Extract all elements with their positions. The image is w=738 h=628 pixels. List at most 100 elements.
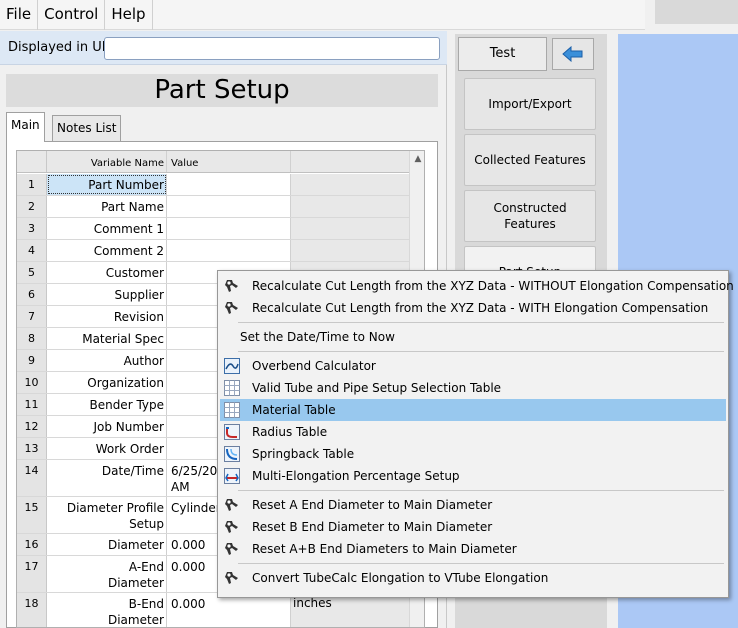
table-row[interactable]: 2 Part Name — [17, 196, 409, 218]
constructed-features-button[interactable]: Constructed Features — [464, 190, 596, 242]
menu-item-material-table[interactable]: Material Table — [220, 399, 726, 421]
menu-item-label: Recalculate Cut Length from the XYZ Data… — [252, 279, 734, 293]
table-row[interactable]: 18 B-End Diameter 0.000 inches — [17, 593, 409, 627]
variable-name-cell: Job Number — [47, 416, 167, 437]
value-cell[interactable]: 0.000 — [167, 593, 291, 627]
tool-icon — [224, 278, 240, 294]
displayed-in-ui-row: Displayed in UI: — [0, 31, 447, 65]
menu-item-label: Radius Table — [252, 425, 328, 439]
variable-name-cell: Revision — [47, 306, 167, 327]
extra-cell — [291, 240, 409, 261]
header-value: Value — [167, 151, 291, 172]
page-title: Part Setup — [6, 74, 438, 107]
menu-control[interactable]: Control — [38, 0, 106, 30]
row-number: 11 — [17, 394, 47, 415]
table-icon — [224, 380, 240, 396]
variable-name-cell: Material Spec — [47, 328, 167, 349]
variable-name-cell: A-End Diameter — [47, 556, 167, 592]
menu-item-label: Springback Table — [252, 447, 355, 461]
menu-bar: File Control Help — [0, 0, 645, 30]
menu-separator — [238, 322, 724, 323]
collected-features-button[interactable]: Collected Features — [464, 134, 596, 186]
back-arrow-icon — [562, 46, 583, 62]
variable-name-cell: Part Name — [47, 196, 167, 217]
menu-item-multi-elongation-percentage-setup[interactable]: Multi-Elongation Percentage Setup — [220, 465, 726, 487]
row-number: 8 — [17, 328, 47, 349]
variable-name-cell: Bender Type — [47, 394, 167, 415]
menu-item-reset-b-end-diameter-to-main-diameter[interactable]: Reset B End Diameter to Main Diameter — [220, 516, 726, 538]
value-cell[interactable] — [167, 218, 291, 239]
menu-item-label: Recalculate Cut Length from the XYZ Data… — [252, 301, 709, 315]
variable-name-cell: Date/Time — [47, 460, 167, 496]
menu-item-set-the-date-time-to-now[interactable]: Set the Date/Time to Now — [220, 326, 726, 348]
row-number: 9 — [17, 350, 47, 371]
table-row[interactable]: 1 Part Number — [17, 174, 409, 196]
tab-notes-list[interactable]: Notes List — [52, 115, 122, 141]
row-number: 1 — [17, 174, 47, 195]
menubar-gap — [645, 0, 655, 30]
value-cell[interactable] — [167, 174, 291, 195]
menu-item-label: Multi-Elongation Percentage Setup — [252, 469, 460, 483]
menu-item-springback-table[interactable]: Springback Table — [220, 443, 726, 465]
menu-item-reset-a-b-end-diameters-to-main-diameter[interactable]: Reset A+B End Diameters to Main Diameter — [220, 538, 726, 560]
variable-name-cell: Author — [47, 350, 167, 371]
displayed-in-ui-input[interactable] — [104, 37, 440, 60]
extra-cell: inches — [291, 593, 409, 627]
variable-name-cell: Organization — [47, 372, 167, 393]
menu-item-label: Reset A+B End Diameters to Main Diameter — [252, 542, 517, 556]
tool-icon — [224, 497, 240, 513]
value-cell[interactable] — [167, 196, 291, 217]
table-row[interactable]: 3 Comment 1 — [17, 218, 409, 240]
menu-separator — [238, 490, 724, 491]
menu-item-label: Material Table — [252, 403, 336, 417]
extra-cell — [291, 218, 409, 239]
menu-item-valid-tube-and-pipe-setup-selection-tabl[interactable]: Valid Tube and Pipe Setup Selection Tabl… — [220, 377, 726, 399]
extra-cell — [291, 174, 409, 195]
variable-name-cell: Comment 2 — [47, 240, 167, 261]
scroll-up-icon[interactable]: ▲ — [410, 151, 424, 167]
back-button[interactable] — [552, 38, 594, 70]
value-cell[interactable] — [167, 240, 291, 261]
menu-item-recalculate-cut-length-from-the-xyz-data[interactable]: Recalculate Cut Length from the XYZ Data… — [220, 297, 726, 319]
variable-name-cell: Diameter Profile Setup — [47, 497, 167, 533]
test-button[interactable]: Test — [458, 37, 547, 71]
variable-name-cell: Part Number — [47, 174, 167, 195]
menu-item-label: Valid Tube and Pipe Setup Selection Tabl… — [252, 381, 502, 395]
import-export-button[interactable]: Import/Export — [464, 78, 596, 130]
tool-icon — [224, 519, 240, 535]
menu-help[interactable]: Help — [105, 0, 153, 30]
displayed-in-ui-label: Displayed in UI: — [8, 40, 111, 55]
variable-name-cell: Comment 1 — [47, 218, 167, 239]
menu-item-label: Reset B End Diameter to Main Diameter — [252, 520, 493, 534]
variable-name-cell: Supplier — [47, 284, 167, 305]
row-number: 12 — [17, 416, 47, 437]
row-number: 13 — [17, 438, 47, 459]
menu-item-convert-tubecalc-elongation-to-vtube-elo[interactable]: Convert TubeCalc Elongation to VTube Elo… — [220, 567, 726, 589]
variable-name-cell: Work Order — [47, 438, 167, 459]
row-number: 4 — [17, 240, 47, 261]
tab-main[interactable]: Main — [6, 112, 45, 142]
tool-icon — [224, 570, 240, 586]
row-number: 7 — [17, 306, 47, 327]
row-number: 17 — [17, 556, 47, 592]
radius-icon — [224, 424, 240, 440]
curve-icon — [224, 358, 240, 374]
menu-item-label: Reset A End Diameter to Main Diameter — [252, 498, 493, 512]
menu-item-overbend-calculator[interactable]: Overbend Calculator — [220, 355, 726, 377]
header-extra — [291, 151, 409, 172]
menu-item-radius-table[interactable]: Radius Table — [220, 421, 726, 443]
menu-item-label: Set the Date/Time to Now — [240, 330, 395, 344]
row-number: 15 — [17, 497, 47, 533]
menu-item-reset-a-end-diameter-to-main-diameter[interactable]: Reset A End Diameter to Main Diameter — [220, 494, 726, 516]
menu-file[interactable]: File — [0, 0, 39, 30]
table-row[interactable]: 4 Comment 2 — [17, 240, 409, 262]
row-number: 3 — [17, 218, 47, 239]
menu-item-recalculate-cut-length-from-the-xyz-data[interactable]: Recalculate Cut Length from the XYZ Data… — [220, 275, 734, 297]
tool-icon — [224, 541, 240, 557]
header-variable-name: Variable Name — [47, 151, 167, 172]
menu-separator — [238, 563, 724, 564]
menu-item-label: Convert TubeCalc Elongation to VTube Elo… — [252, 571, 549, 585]
extra-cell — [291, 196, 409, 217]
springback-icon — [224, 446, 240, 462]
row-number: 2 — [17, 196, 47, 217]
